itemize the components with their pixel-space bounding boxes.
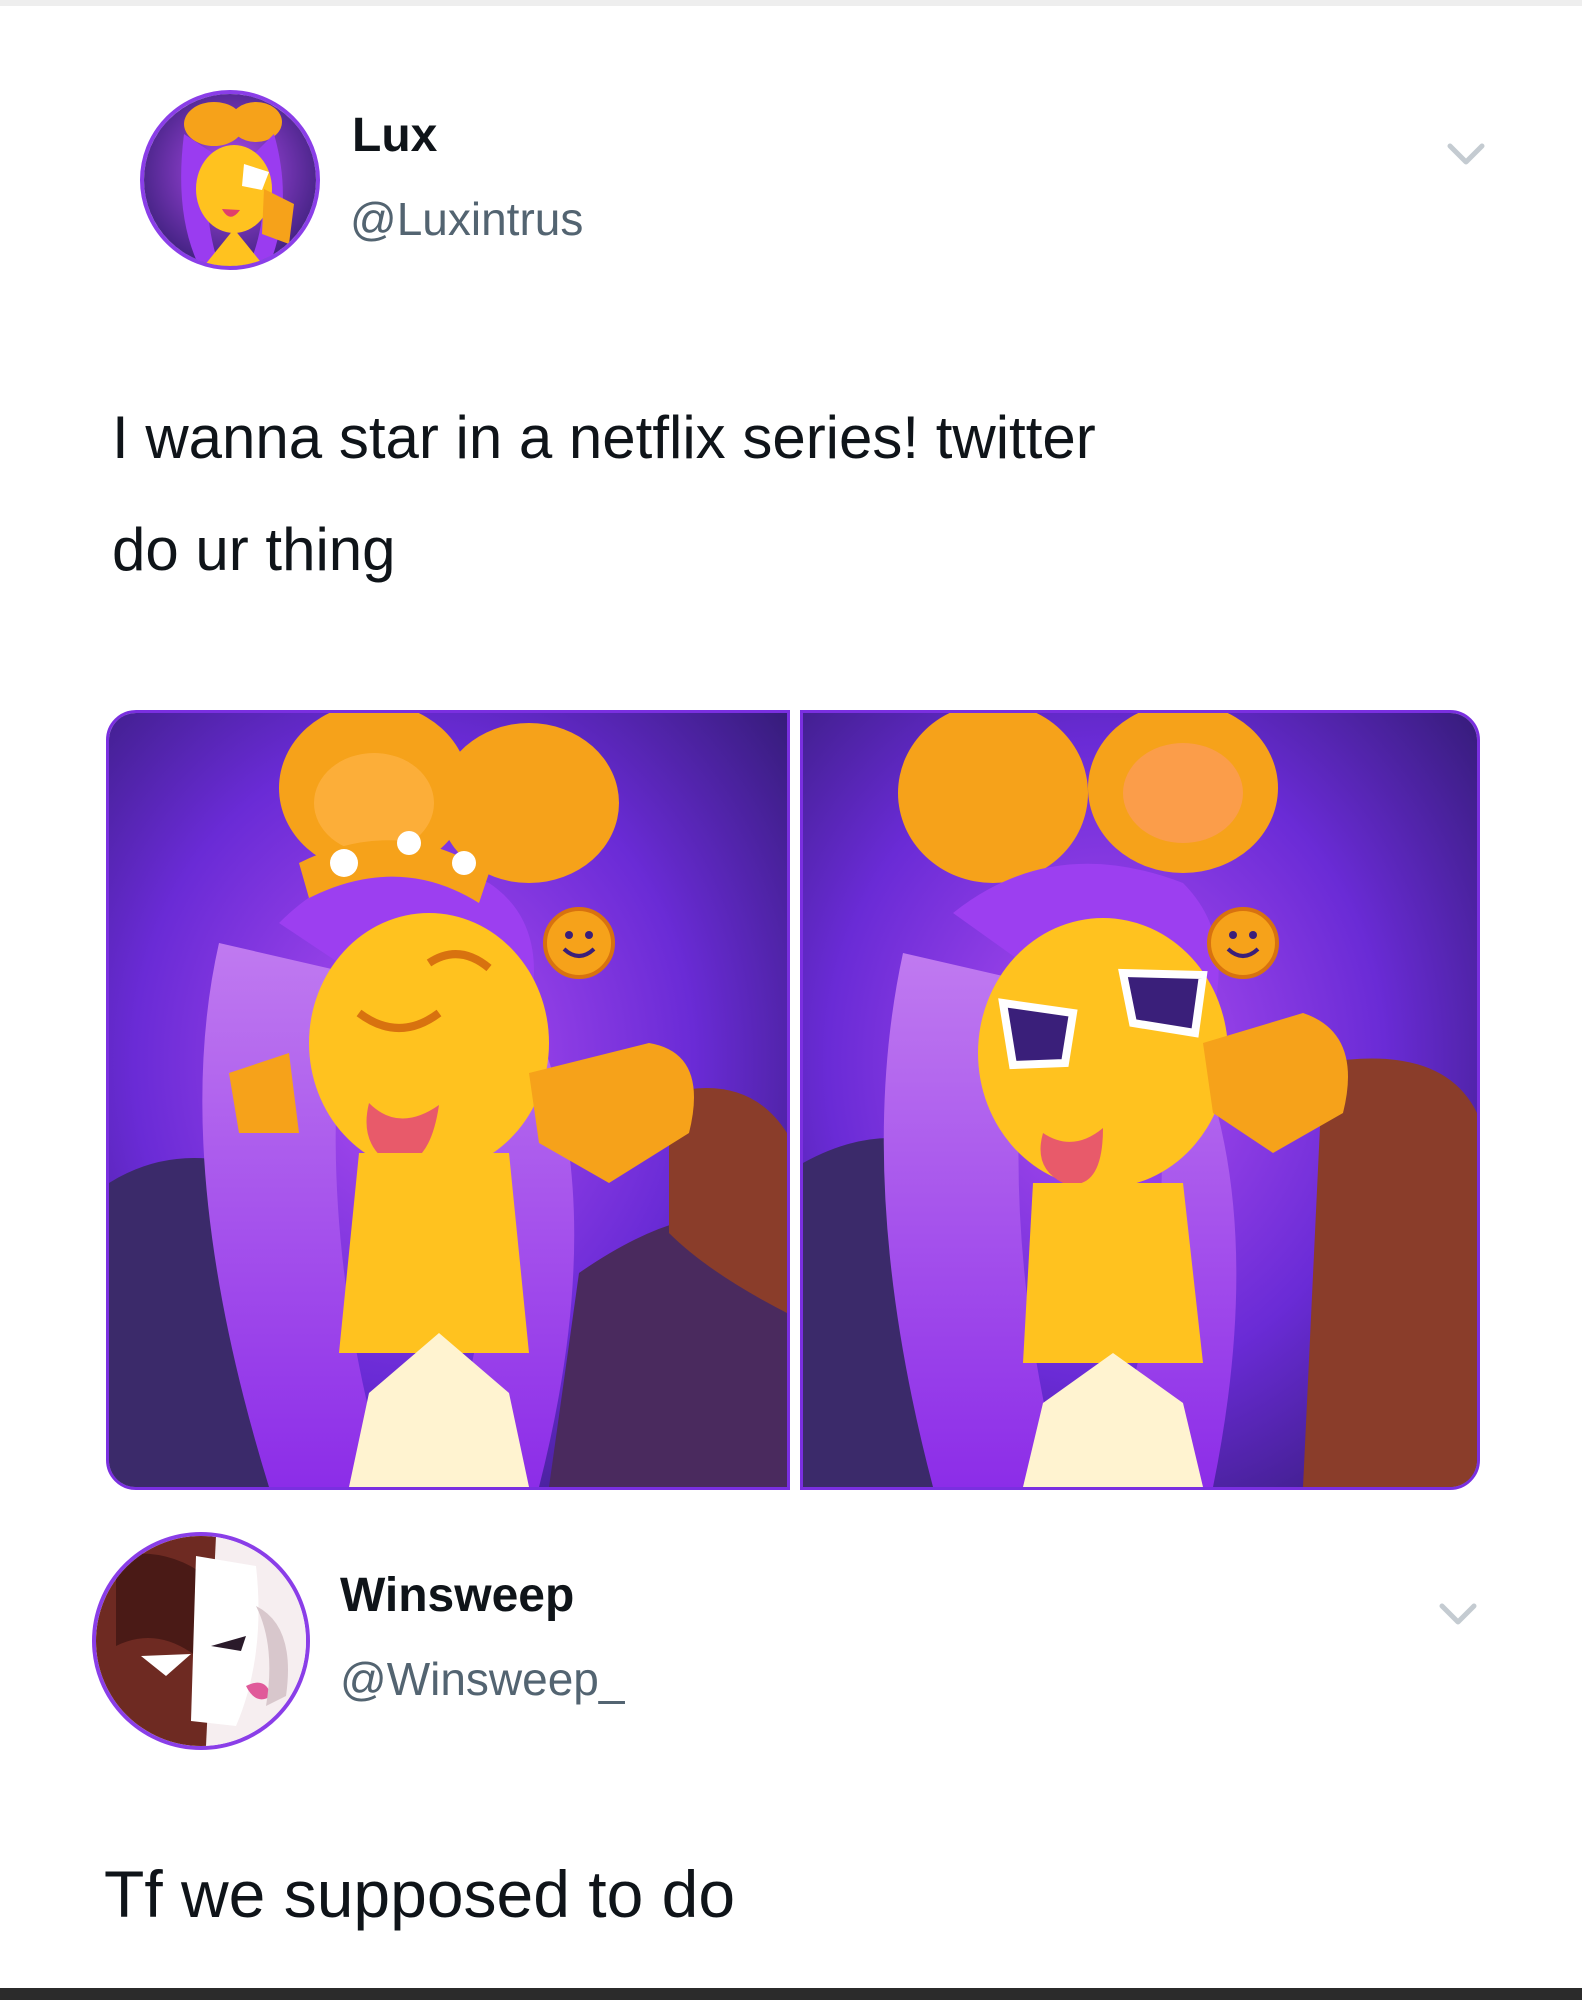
chevron-down-icon	[1439, 1603, 1477, 1625]
avatar-lux[interactable]	[140, 90, 320, 270]
bottom-border	[0, 1988, 1582, 2000]
media-image-2[interactable]	[800, 710, 1480, 1490]
reply-text: Tf we supposed to do	[104, 1857, 736, 1931]
tweet-text-line-1: I wanna star in a netflix series! twitte…	[112, 404, 1096, 471]
author-handle[interactable]: @Luxintrus	[350, 192, 583, 246]
reply-tweet: Winsweep @Winsweep_ Tf we supposed to do	[0, 1500, 1582, 1988]
avatar-winsweep-art	[96, 1536, 306, 1746]
media-image-1[interactable]	[106, 710, 790, 1490]
reply-menu-button[interactable]	[1428, 1584, 1488, 1644]
avatar-lux-art	[144, 94, 316, 266]
artwork-image-2	[803, 713, 1477, 1487]
avatar-winsweep[interactable]	[92, 1532, 310, 1750]
reply-author-handle[interactable]: @Winsweep_	[340, 1652, 624, 1706]
chevron-down-icon	[1447, 143, 1485, 165]
tweet-menu-button[interactable]	[1436, 124, 1496, 184]
author-display-name[interactable]: Lux	[352, 108, 437, 163]
tweet-text: I wanna star in a netflix series! twitte…	[112, 382, 1492, 606]
tweet: Lux @Luxintrus I wanna star in a netflix…	[0, 0, 1582, 1500]
tweet-text-line-2: do ur thing	[112, 516, 396, 583]
tweet-media-grid	[106, 710, 1480, 1490]
reply-author-display-name[interactable]: Winsweep	[340, 1568, 574, 1623]
artwork-image-1	[109, 713, 787, 1487]
